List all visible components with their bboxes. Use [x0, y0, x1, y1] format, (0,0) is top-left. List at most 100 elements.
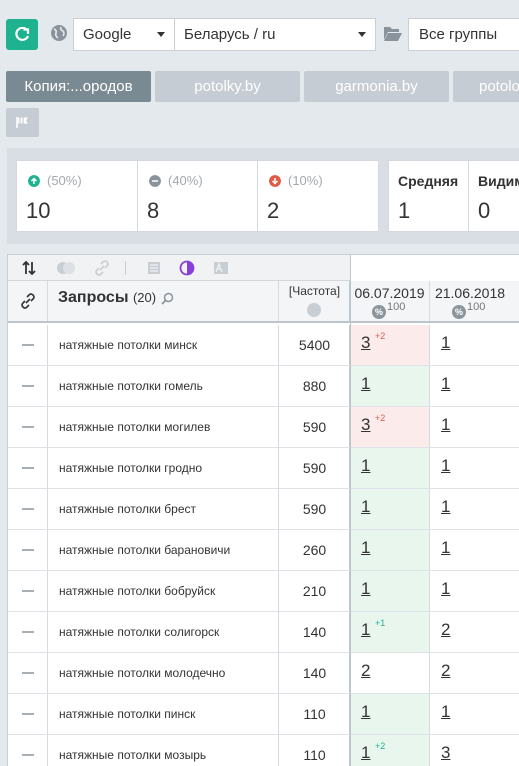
query-cell: натяжные потолки молодечно — [48, 653, 279, 693]
stat-same-value: 8 — [147, 198, 160, 223]
folder-open-icon — [384, 27, 402, 41]
table-header: Запросы (20) [Частота] 06.07.2019 % 100 … — [8, 281, 519, 323]
tab-potolky[interactable]: potolky.by — [155, 71, 300, 102]
notes-icon[interactable] — [146, 260, 162, 276]
frequency-cell: 590 — [279, 489, 350, 529]
flag-button[interactable] — [6, 108, 39, 137]
queries-table: Запросы (20) [Частота] 06.07.2019 % 100 … — [7, 254, 519, 766]
globe-icon — [51, 25, 67, 41]
date-label: 21.06.2018 — [434, 285, 506, 301]
position-link[interactable]: 2 — [441, 661, 450, 681]
table-row: натяжные потолки минск 5400 3 +2 1 — [8, 325, 519, 366]
query-cell: натяжные потолки мозырь — [48, 735, 279, 766]
position-cell-date-2: 1 — [430, 571, 519, 611]
position-link[interactable]: 1 — [441, 415, 450, 435]
group-select[interactable]: Все группы — [408, 18, 519, 51]
query-cell: натяжные потолки брест — [48, 489, 279, 529]
table-row: натяжные потолки гомель 880 1 1 — [8, 366, 519, 407]
top-toolbar: Google Беларусь / ru Все группы — [0, 0, 519, 66]
link-icon[interactable] — [20, 293, 36, 309]
minus-icon — [21, 590, 34, 592]
tab-label: potolky.by — [194, 78, 261, 95]
position-link[interactable]: 1 — [361, 456, 370, 476]
row-toggle-cell[interactable] — [8, 407, 48, 447]
position-change: +2 — [375, 741, 386, 751]
position-link[interactable]: 3 — [361, 415, 370, 435]
contrast-icon[interactable] — [179, 260, 195, 276]
stat-down-card: (10%) 2 — [257, 160, 379, 232]
position-link[interactable]: 1 — [441, 374, 450, 394]
frequency-cell: 140 — [279, 612, 350, 652]
query-cell: натяжные потолки барановичи — [48, 530, 279, 570]
frequency-cell: 140 — [279, 653, 350, 693]
position-link[interactable]: 1 — [361, 374, 370, 394]
header-date-1[interactable]: 06.07.2019 % 100 — [350, 281, 430, 321]
position-link[interactable]: 1 — [441, 333, 450, 353]
row-toggle-cell[interactable] — [8, 530, 48, 570]
tab-label: Копия:...ородов — [24, 78, 133, 95]
frequency-value: 140 — [302, 624, 327, 640]
position-link[interactable]: 1 — [441, 456, 450, 476]
table-row: натяжные потолки бобруйск 210 1 1 — [8, 571, 519, 612]
position-link[interactable]: 3 — [361, 333, 370, 353]
refresh-button[interactable] — [6, 19, 38, 50]
row-toggle-cell[interactable] — [8, 325, 48, 365]
row-toggle-cell[interactable] — [8, 366, 48, 406]
position-link[interactable]: 1 — [441, 538, 450, 558]
row-toggle-cell[interactable] — [8, 448, 48, 488]
tab-potolo[interactable]: potolo — [453, 71, 519, 102]
position-cell-date-1: 1 — [350, 571, 430, 611]
row-toggle-cell[interactable] — [8, 571, 48, 611]
query-text: натяжные потолки гомель — [59, 379, 203, 393]
position-link[interactable]: 1 — [441, 497, 450, 517]
position-link[interactable]: 1 — [361, 538, 370, 558]
stat-average-value: 1 — [398, 198, 411, 223]
row-toggle-cell[interactable] — [8, 694, 48, 734]
position-link[interactable]: 1 — [361, 620, 370, 640]
position-link[interactable]: 1 — [361, 743, 370, 763]
row-toggle-cell[interactable] — [8, 612, 48, 652]
position-link[interactable]: 3 — [441, 743, 450, 763]
position-cell-date-1: 1 — [350, 448, 430, 488]
header-date-2[interactable]: 21.06.2018 % 100 — [430, 281, 519, 321]
link-icon[interactable] — [94, 260, 110, 276]
row-toggle-cell[interactable] — [8, 735, 48, 766]
tab-project-copy[interactable]: Копия:...ородов — [6, 71, 151, 102]
toggle-icon[interactable] — [56, 260, 76, 276]
tab-garmonia[interactable]: garmonia.by — [304, 71, 449, 102]
stat-visibility-label: Видим — [478, 173, 519, 189]
header-frequency-cell[interactable]: [Частота] — [279, 281, 350, 321]
query-cell: натяжные потолки минск — [48, 325, 279, 365]
query-text: натяжные потолки брест — [59, 502, 197, 516]
position-link[interactable]: 1 — [361, 579, 370, 599]
position-change: +1 — [375, 618, 386, 628]
minus-icon — [21, 344, 34, 346]
row-toggle-cell[interactable] — [8, 489, 48, 529]
position-link[interactable]: 2 — [441, 620, 450, 640]
position-link[interactable]: 1 — [441, 702, 450, 722]
engine-select[interactable]: Google — [73, 18, 175, 51]
region-select-value: Беларусь / ru — [184, 26, 276, 43]
search-icon[interactable] — [161, 292, 174, 305]
position-cell-date-2: 1 — [430, 489, 519, 529]
query-cell: натяжные потолки гродно — [48, 448, 279, 488]
position-cell-date-1: 2 — [350, 653, 430, 693]
position-link[interactable]: 1 — [361, 497, 370, 517]
position-link[interactable]: 1 — [441, 579, 450, 599]
minus-icon — [21, 385, 34, 387]
frequency-cell: 260 — [279, 530, 350, 570]
position-cell-date-1: 1 — [350, 489, 430, 529]
sort-icon[interactable] — [21, 260, 37, 276]
position-link[interactable]: 1 — [361, 702, 370, 722]
hundred-label: 100 — [387, 301, 406, 313]
region-select[interactable]: Беларусь / ru — [174, 18, 376, 51]
query-cell: натяжные потолки пинск — [48, 694, 279, 734]
tab-label: garmonia.by — [335, 78, 418, 95]
stat-average-label: Средняя — [398, 173, 459, 189]
row-toggle-cell[interactable] — [8, 653, 48, 693]
query-text: натяжные потолки могилев — [59, 420, 211, 434]
frequency-value: 110 — [303, 747, 326, 763]
stat-average-card: Средняя 1 — [388, 160, 469, 232]
position-link[interactable]: 2 — [361, 661, 370, 681]
text-format-icon[interactable] — [213, 260, 229, 276]
